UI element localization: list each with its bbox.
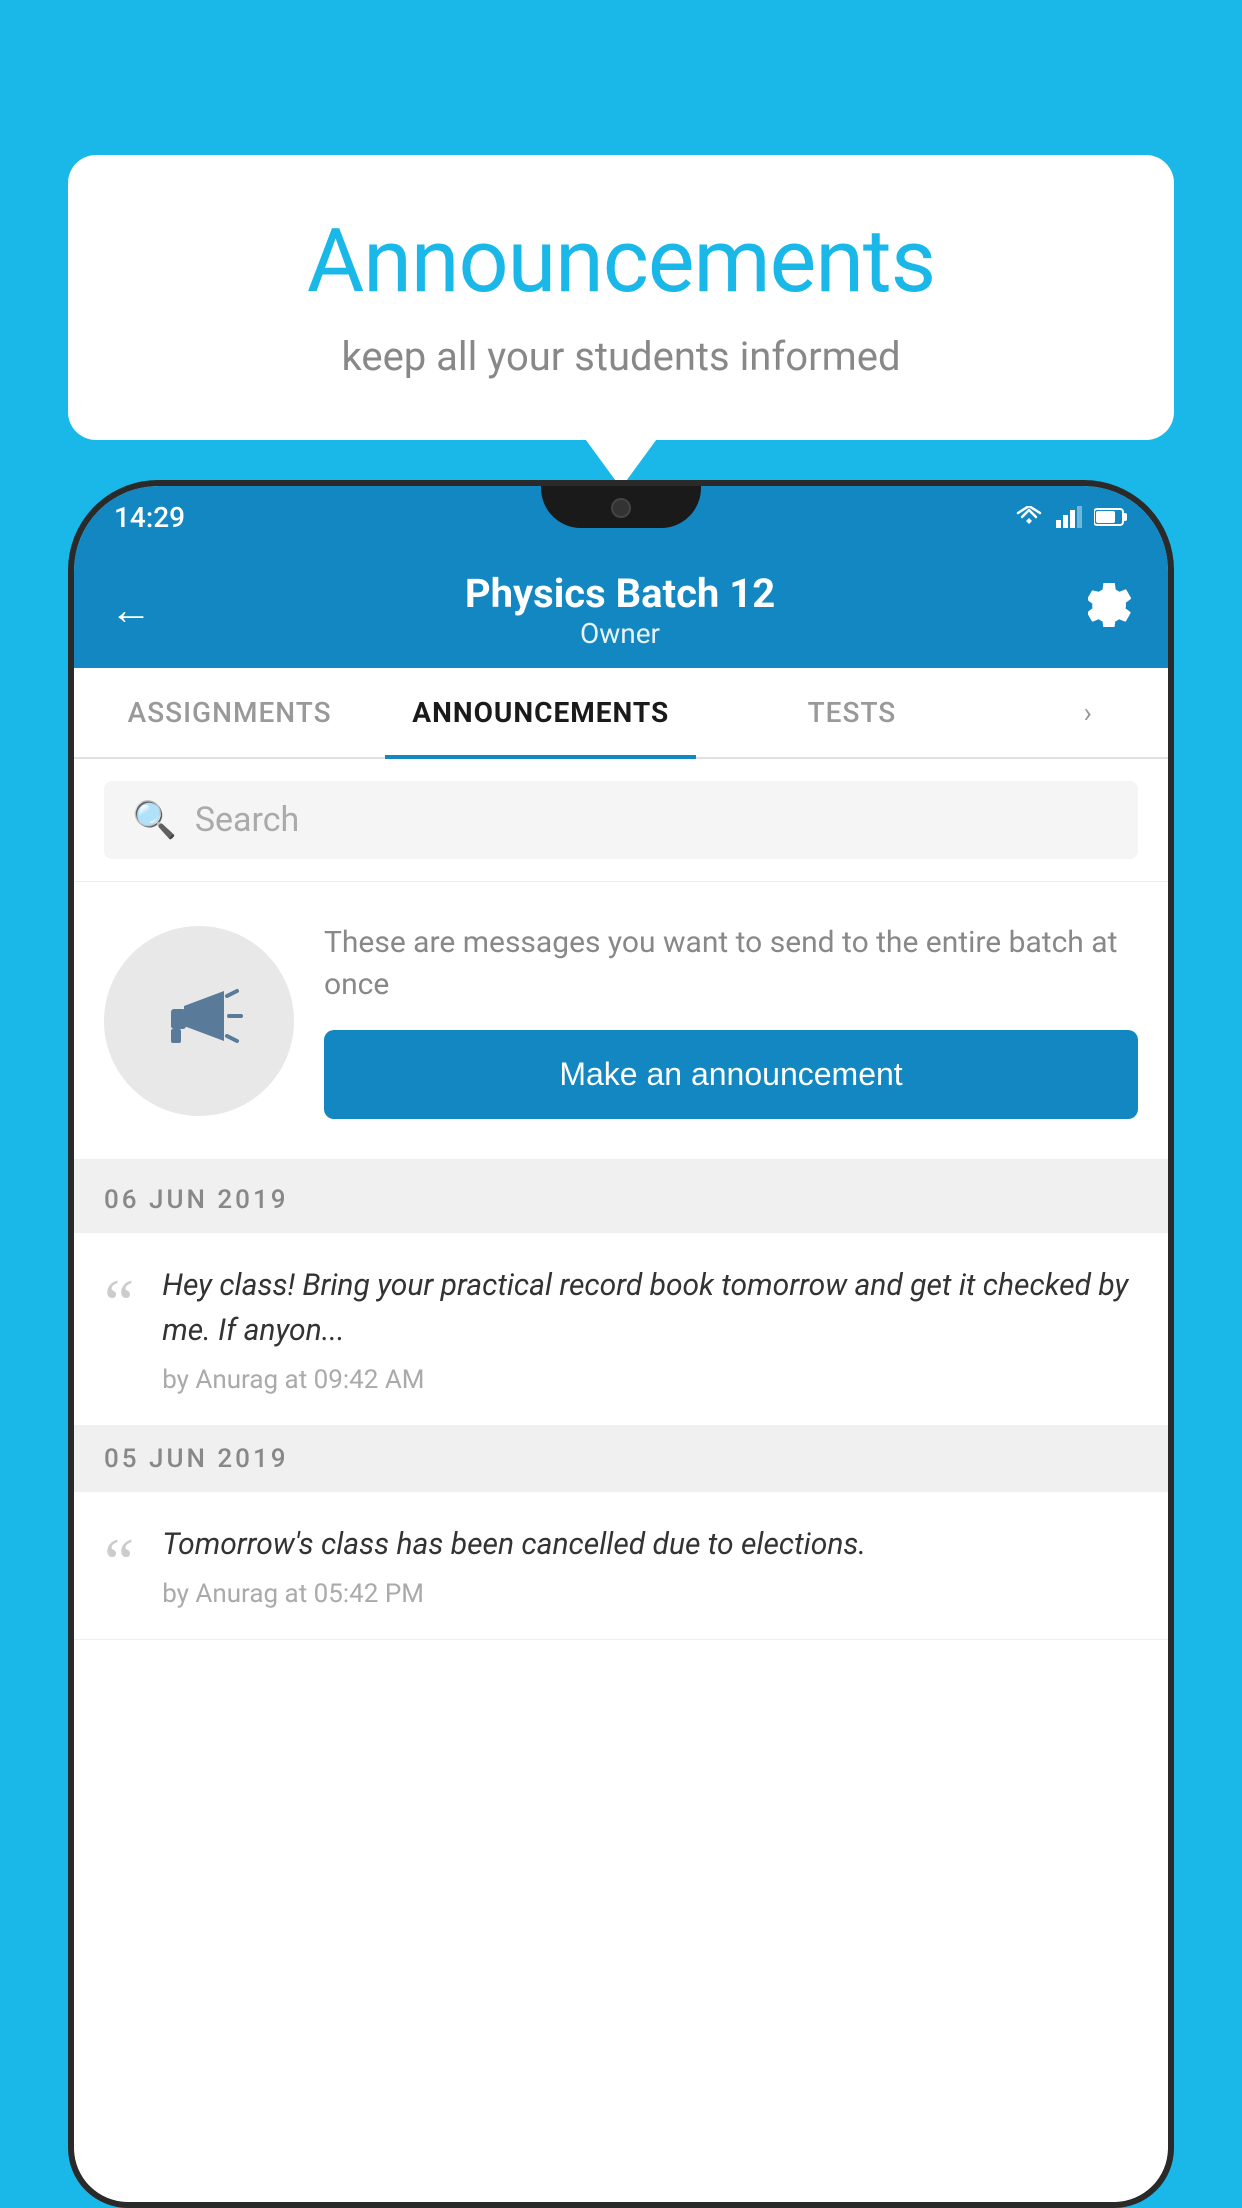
signal-icon — [1056, 506, 1082, 528]
search-input-wrapper[interactable]: 🔍 Search — [104, 781, 1138, 859]
phone-screen: 14:29 — [74, 486, 1168, 2202]
promo-description: These are messages you want to send to t… — [324, 922, 1138, 1006]
announcement-content-1: Hey class! Bring your practical record b… — [162, 1263, 1138, 1395]
status-icons — [1014, 506, 1128, 528]
announcement-item-2[interactable]: “ Tomorrow's class has been cancelled du… — [74, 1492, 1168, 1640]
speech-bubble: Announcements keep all your students inf… — [68, 155, 1174, 440]
status-time: 14:29 — [114, 501, 185, 534]
announcement-item-1[interactable]: “ Hey class! Bring your practical record… — [74, 1233, 1168, 1426]
phone-frame: 14:29 — [68, 480, 1174, 2208]
tab-tests[interactable]: TESTS — [696, 668, 1007, 757]
quote-icon-1: “ — [104, 1269, 134, 1337]
speech-bubble-container: Announcements keep all your students inf… — [68, 155, 1174, 440]
tabs-bar: ASSIGNMENTS ANNOUNCEMENTS TESTS › — [74, 668, 1168, 759]
camera-dot — [611, 498, 631, 518]
search-icon: 🔍 — [132, 799, 177, 841]
header-title-group: Physics Batch 12 Owner — [152, 570, 1088, 650]
notch — [541, 486, 701, 528]
speech-bubble-subtitle: keep all your students informed — [148, 333, 1094, 380]
tab-announcements[interactable]: ANNOUNCEMENTS — [385, 668, 696, 757]
announcement-promo: These are messages you want to send to t… — [74, 882, 1168, 1167]
promo-icon-circle — [104, 926, 294, 1116]
batch-name: Physics Batch 12 — [152, 570, 1088, 617]
tab-assignments[interactable]: ASSIGNMENTS — [74, 668, 385, 757]
quote-icon-2: “ — [104, 1528, 134, 1596]
app-header: ← Physics Batch 12 Owner — [74, 548, 1168, 668]
owner-label: Owner — [152, 617, 1088, 650]
announcement-text-2: Tomorrow's class has been cancelled due … — [162, 1522, 1138, 1567]
status-bar: 14:29 — [74, 486, 1168, 548]
tab-more[interactable]: › — [1008, 668, 1168, 757]
gear-svg — [1088, 583, 1132, 627]
back-button[interactable]: ← — [110, 586, 152, 635]
announcement-icon — [149, 971, 249, 1071]
date-separator-2: 05 JUN 2019 — [74, 1426, 1168, 1492]
settings-icon[interactable] — [1088, 583, 1132, 638]
announcement-meta-1: by Anurag at 09:42 AM — [162, 1365, 1138, 1395]
content-area: 🔍 Search These are me — [74, 759, 1168, 2202]
search-bar: 🔍 Search — [74, 759, 1168, 882]
date-separator-1: 06 JUN 2019 — [74, 1167, 1168, 1233]
announcement-text-1: Hey class! Bring your practical record b… — [162, 1263, 1138, 1353]
speech-bubble-title: Announcements — [148, 210, 1094, 313]
announcement-meta-2: by Anurag at 05:42 PM — [162, 1579, 1138, 1609]
make-announcement-button[interactable]: Make an announcement — [324, 1030, 1138, 1119]
search-placeholder: Search — [195, 800, 299, 840]
battery-icon — [1094, 508, 1128, 526]
announcement-content-2: Tomorrow's class has been cancelled due … — [162, 1522, 1138, 1609]
wifi-icon — [1014, 506, 1044, 528]
promo-right: These are messages you want to send to t… — [324, 922, 1138, 1119]
